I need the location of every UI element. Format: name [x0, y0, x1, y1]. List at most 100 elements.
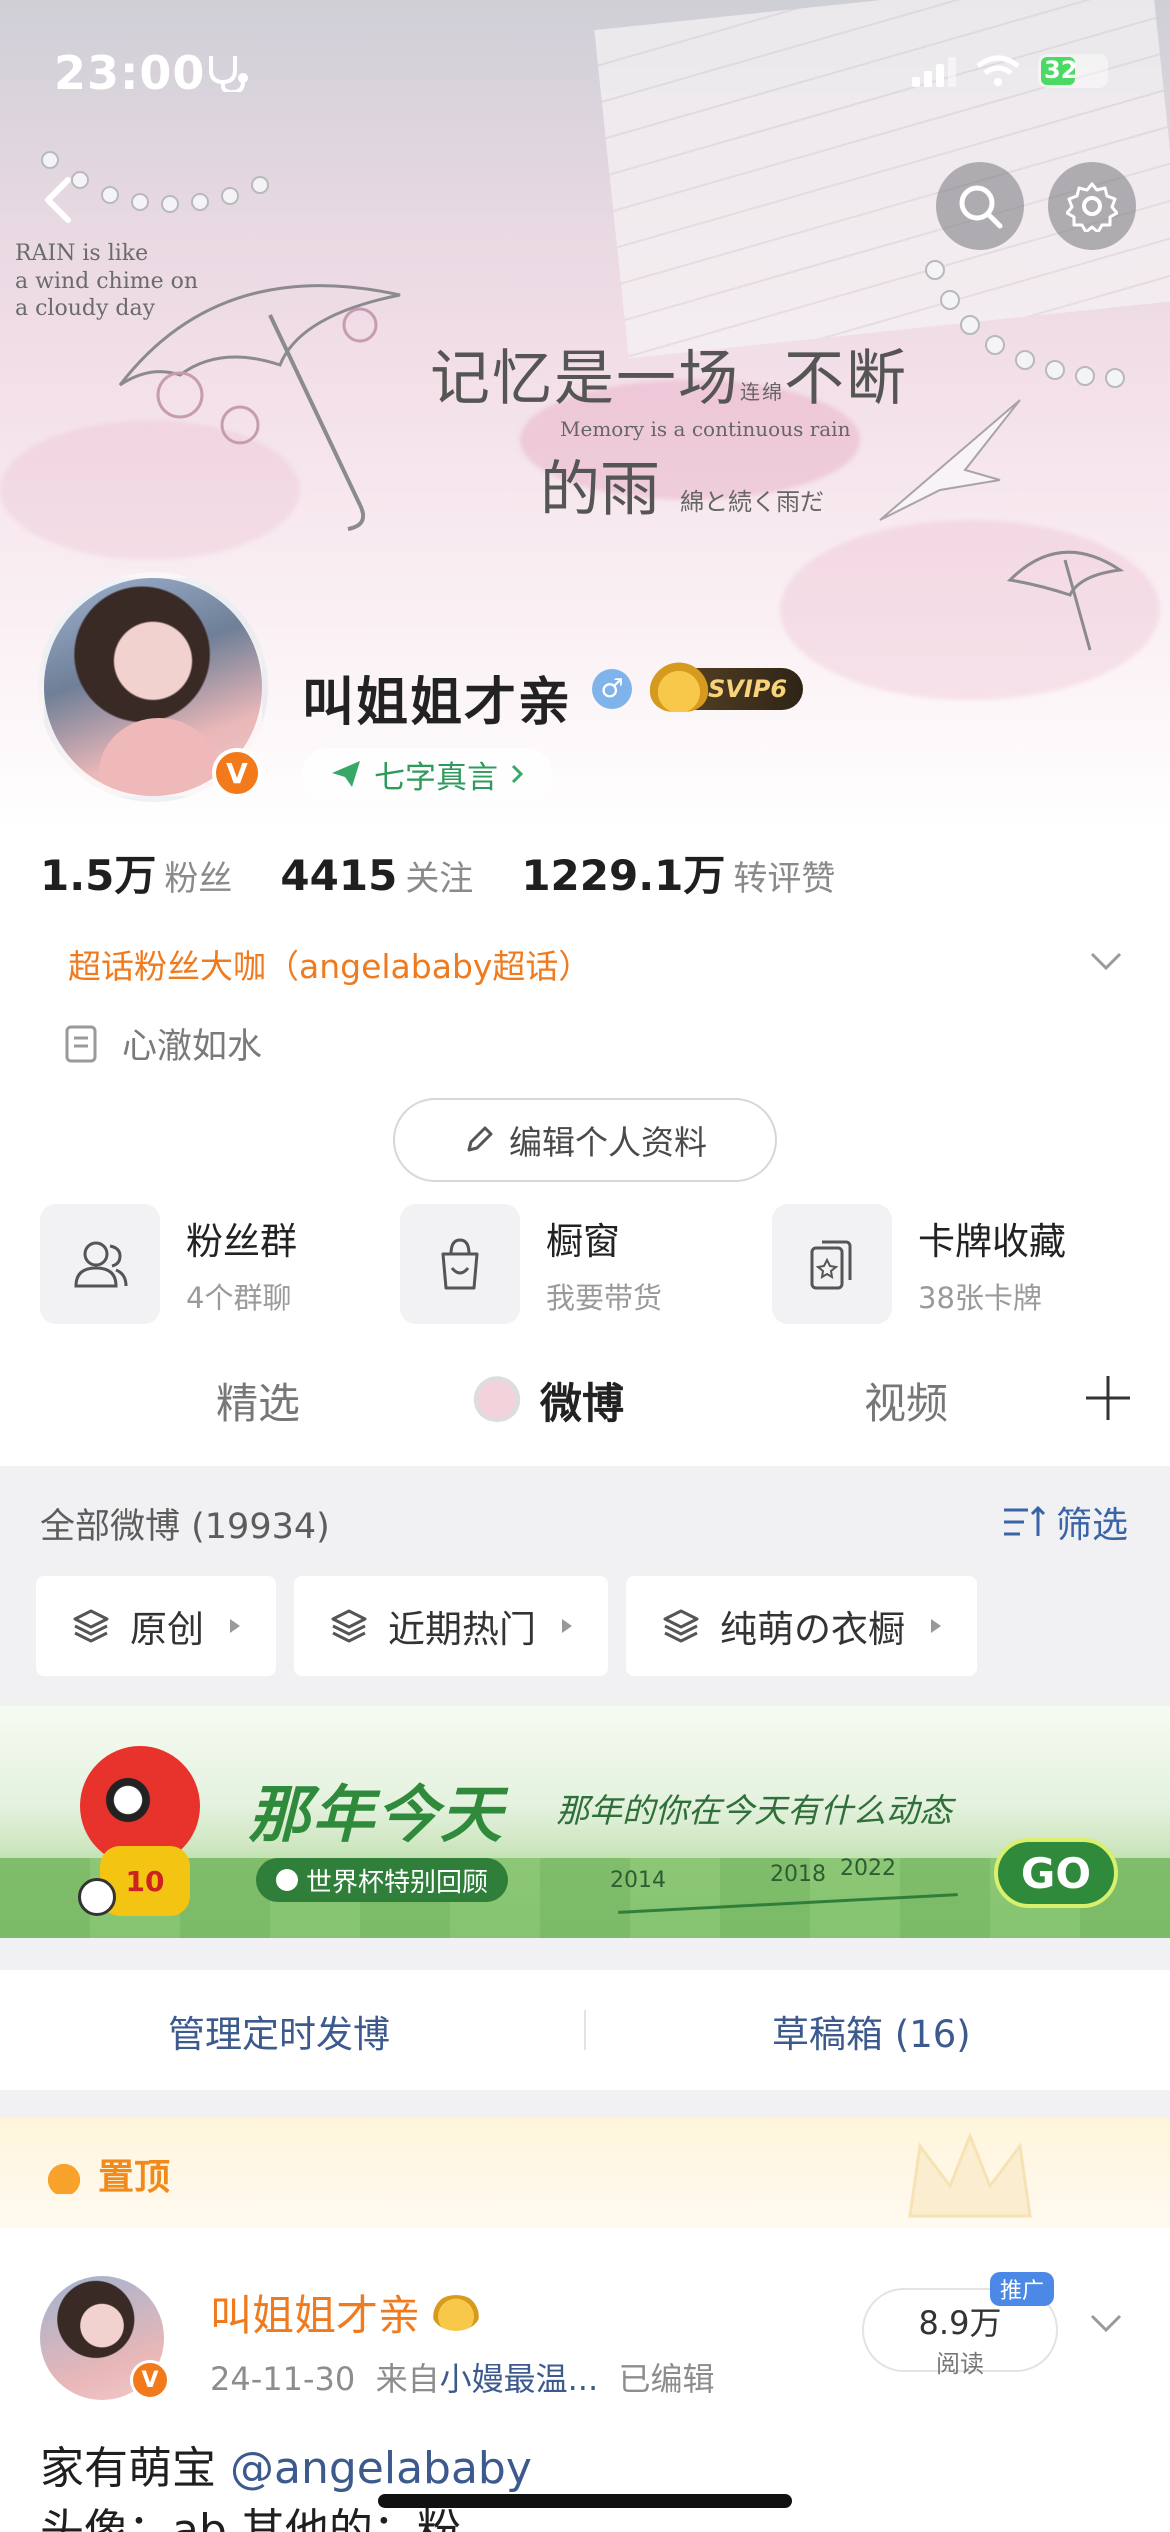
status-time: 23:00: [54, 46, 206, 100]
feature-title: 橱窗: [546, 1220, 620, 1263]
cover-text-line: a cloudy day: [15, 296, 156, 321]
stat-following[interactable]: 4415 关注: [280, 851, 473, 900]
chip-wardrobe[interactable]: 纯萌の衣橱: [626, 1576, 977, 1676]
search-button[interactable]: [936, 162, 1024, 250]
battery-level: 32: [1044, 56, 1078, 84]
divider: [584, 2010, 586, 2050]
edit-profile-button[interactable]: 编辑个人资料: [393, 1098, 777, 1182]
male-gender-icon: ♂: [592, 669, 632, 709]
svip-badge[interactable]: SVIP6: [650, 662, 804, 712]
feature-fan-group[interactable]: 粉丝群 4个群聊: [40, 1204, 297, 1324]
stat-label: 转评赞: [733, 859, 836, 899]
stat-followers[interactable]: 1.5万 粉丝: [40, 842, 232, 903]
tab-weibo[interactable]: 微博: [540, 1370, 624, 1431]
wifi-icon: [976, 55, 1020, 86]
caret-right-icon: [562, 1619, 572, 1633]
banner-title: 那年今天: [248, 1778, 505, 1851]
feature-showcase[interactable]: 橱窗 我要带货: [400, 1204, 662, 1324]
motto-chip[interactable]: 七字真言: [302, 748, 552, 800]
chevron-down-icon[interactable]: [1086, 2304, 1126, 2344]
stat-label: 粉丝: [164, 859, 233, 899]
scheduled-posts-link[interactable]: 管理定时发博: [168, 2004, 390, 2058]
chip-label: 原创: [130, 1608, 204, 1651]
gear-icon: [1066, 182, 1118, 232]
post-date: 24-11-30: [210, 2360, 356, 2398]
profile-stats: 1.5万 粉丝 4415 关注 1229.1万 转评赞: [40, 842, 835, 903]
art-line1: 记忆是一场: [430, 344, 740, 414]
crown-icon: [650, 662, 708, 712]
filter-icon: [1003, 1505, 1046, 1536]
stat-value: 1.5万: [40, 851, 157, 900]
crown-icon: [432, 2294, 481, 2331]
pinned-post: 置顶 V 叫姐姐才亲 24-11-30 来自小嫚最温... 已编辑 8.9万 阅…: [0, 2118, 1170, 2532]
feature-title: 卡牌收藏: [918, 1220, 1066, 1263]
promote-tag[interactable]: 推广: [990, 2272, 1055, 2306]
mention-link[interactable]: @angelababy: [230, 2443, 532, 2494]
banner-pill: 世界杯特别回顾: [256, 1858, 509, 1902]
chevron-down-icon[interactable]: [1086, 942, 1126, 982]
layers-icon: [331, 1609, 367, 1643]
profile-tabs: 精选 微博 视频: [0, 1362, 1170, 1462]
art-word: 连绵: [740, 380, 784, 404]
group-icon: [40, 1204, 160, 1324]
post-source[interactable]: 小嫚最温...: [440, 2360, 599, 2398]
search-icon: [959, 185, 1003, 229]
layers-icon: [73, 1609, 109, 1643]
paper-plane-icon: [332, 761, 360, 787]
post-text: 家有萌宝: [40, 2443, 230, 2494]
feature-sub: 4个群聊: [186, 1281, 292, 1315]
settings-button[interactable]: [1048, 162, 1136, 250]
crown-icon: [40, 2154, 88, 2194]
feature-row: 粉丝群 4个群聊 橱窗 我要带货 卡牌收藏 38张卡牌: [40, 1204, 1130, 1324]
caret-right-icon: [230, 1619, 240, 1633]
cover-text-line: RAIN is like: [15, 241, 149, 266]
battery-icon: 32: [1038, 54, 1108, 88]
profile-nickname: 叫姐姐才亲: [302, 673, 573, 733]
post-author-name[interactable]: 叫姐姐才亲: [210, 2282, 420, 2343]
plus-icon[interactable]: [1082, 1372, 1134, 1424]
caret-right-icon: [931, 1619, 941, 1633]
stat-value: 4415: [280, 851, 398, 900]
post-edited: 已编辑: [618, 2360, 715, 2398]
signature-text: 心澈如水: [122, 1027, 263, 1067]
paper-crane-illustration: [879, 399, 1021, 521]
art-japanese: 綿と続く雨だ: [680, 488, 824, 516]
edit-profile-label: 编辑个人资料: [509, 1123, 707, 1162]
cover-corner-text: RAIN is like a wind chime on a cloudy da…: [15, 240, 198, 323]
back-arrow-icon[interactable]: [30, 170, 90, 230]
tab-featured[interactable]: 精选: [216, 1370, 300, 1431]
tab-video[interactable]: 视频: [864, 1370, 948, 1431]
chip-recent-hot[interactable]: 近期热门: [294, 1576, 608, 1676]
go-button[interactable]: GO: [994, 1838, 1118, 1908]
pinned-label-row: 置顶: [40, 2148, 170, 2200]
banner-subtitle: 那年的你在今天有什么动态: [556, 1791, 952, 1830]
layers-icon: [663, 1609, 699, 1643]
chip-label: 纯萌の衣橱: [720, 1608, 905, 1651]
feature-title: 粉丝群: [186, 1220, 297, 1263]
chip-original[interactable]: 原创: [36, 1576, 276, 1676]
year-label: 2014: [610, 1868, 666, 1893]
feature-sub: 38张卡牌: [918, 1281, 1042, 1315]
year-label: 2018: [770, 1862, 826, 1887]
post-from: 来自: [375, 2360, 440, 2398]
small-umbrella-illustration: [1006, 550, 1125, 651]
on-this-day-banner[interactable]: 10 那年今天 那年的你在今天有什么动态 世界杯特别回顾 2014 2018 2…: [0, 1706, 1170, 1938]
signal-icon: [912, 57, 956, 87]
status-bar: 23:00 32: [0, 40, 1170, 100]
ball-icon: [276, 1869, 298, 1891]
svip-label: SVIP6: [708, 675, 788, 703]
art-line2: 的雨: [540, 455, 660, 525]
feature-card-collection[interactable]: 卡牌收藏 38张卡牌: [772, 1204, 1066, 1324]
art-english: Memory is a continuous rain: [560, 417, 851, 441]
drafts-link[interactable]: 草稿箱 (16): [772, 2004, 971, 2058]
post-body: 家有萌宝 @angelababy 头像：ab 其他的：粉: [40, 2438, 532, 2532]
all-weibo-count: 全部微博 (19934): [40, 1507, 330, 1547]
stat-interactions[interactable]: 1229.1万 转评赞: [521, 842, 835, 903]
filter-label: 筛选: [1055, 1505, 1128, 1546]
football-icon: [78, 1878, 116, 1916]
signature-row: 心澈如水: [64, 1018, 262, 1069]
umbrella-tab-icon: [472, 1372, 522, 1422]
fan-title[interactable]: 超话粉丝大咖（angelababy超话）: [68, 940, 591, 988]
stat-label: 关注: [405, 859, 474, 899]
filter-button[interactable]: 筛选: [1002, 1496, 1128, 1548]
